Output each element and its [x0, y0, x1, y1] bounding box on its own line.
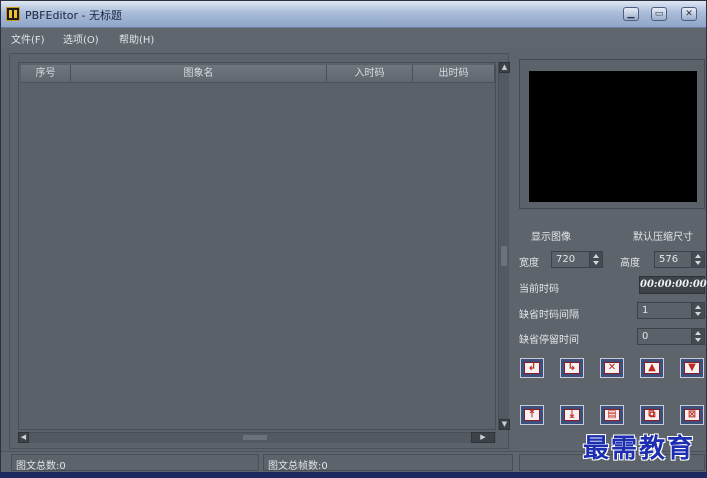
- status-panel-total: 图文总数:0: [11, 454, 259, 472]
- move-down-icon: ▼: [684, 362, 700, 374]
- status-total-count: 图文总数:0: [16, 461, 66, 472]
- display-image-label: 显示图像: [531, 232, 571, 243]
- current-timecode-label: 当前时码: [519, 284, 559, 295]
- timecode-interval-value[interactable]: 1: [642, 305, 648, 316]
- spinner-arrows-icon[interactable]: [691, 252, 704, 267]
- film-button[interactable]: ▤: [600, 405, 624, 425]
- move-down-button[interactable]: ▼: [680, 358, 704, 378]
- width-spinner[interactable]: 720: [551, 251, 603, 268]
- scroll-thumb[interactable]: [501, 246, 507, 266]
- window-title: PBFEditor - 无标题: [25, 9, 123, 22]
- scroll-up-icon[interactable]: ▲: [499, 62, 510, 73]
- spinner-arrows-icon[interactable]: [691, 303, 704, 318]
- app-logo-icon: [6, 7, 20, 21]
- title-bar[interactable]: PBFEditor - 无标题 ▁ ▭ ✕: [1, 1, 706, 28]
- timecode-interval-label: 缺省时码间隔: [519, 310, 579, 321]
- film-icon: ▤: [604, 409, 620, 421]
- minimize-button[interactable]: ▁: [623, 7, 639, 21]
- append-button[interactable]: ↳: [560, 358, 584, 378]
- menu-options[interactable]: 选项(O): [63, 31, 99, 46]
- horizontal-scrollbar[interactable]: ◀ ▶: [18, 432, 496, 443]
- scroll-left-icon[interactable]: ◀: [18, 432, 29, 443]
- current-timecode-field[interactable]: 00:00:00:00: [639, 276, 707, 294]
- app-window: PBFEditor - 无标题 ▁ ▭ ✕ 文件(F) 选项(O) 帮助(H) …: [0, 0, 707, 478]
- spinner-arrows-icon[interactable]: [691, 329, 704, 344]
- column-header-in-timecode[interactable]: 入时码: [327, 65, 413, 83]
- dwell-time-value[interactable]: 0: [642, 331, 648, 342]
- width-value[interactable]: 720: [556, 254, 575, 265]
- close-button[interactable]: ✕: [681, 7, 697, 21]
- insert-icon: ↲: [524, 362, 540, 374]
- column-header-image-name[interactable]: 图象名: [71, 65, 327, 83]
- copy-button[interactable]: ⧉: [640, 405, 664, 425]
- move-up-button[interactable]: ▲: [640, 358, 664, 378]
- copy-icon: ⧉: [644, 409, 660, 421]
- move-bottom-icon: ⤓: [564, 409, 580, 421]
- height-spinner[interactable]: 576: [654, 251, 705, 268]
- dwell-time-label: 缺省停留时间: [519, 335, 579, 346]
- move-up-icon: ▲: [644, 362, 660, 374]
- delete-button[interactable]: ✕: [600, 358, 624, 378]
- delete-icon: ✕: [604, 362, 620, 374]
- default-compress-size-label: 默认压缩尺寸: [633, 232, 693, 243]
- height-value[interactable]: 576: [659, 254, 678, 265]
- preview-screen: [529, 71, 697, 202]
- move-bottom-button[interactable]: ⤓: [560, 405, 584, 425]
- hscroll-thumb[interactable]: [243, 435, 267, 440]
- vertical-scrollbar[interactable]: ▲ ▼: [498, 62, 510, 430]
- append-icon: ↳: [564, 362, 580, 374]
- status-panel-frames: 图文总帧数:0: [263, 454, 513, 472]
- taskbar-edge: [0, 472, 707, 478]
- watermark-text: 最需教育: [583, 434, 696, 464]
- menu-bar: 文件(F) 选项(O) 帮助(H): [1, 28, 706, 48]
- column-header-index[interactable]: 序号: [21, 65, 71, 83]
- menu-help[interactable]: 帮助(H): [119, 31, 154, 46]
- width-label: 宽度: [519, 258, 539, 269]
- move-top-button[interactable]: ⤒: [520, 405, 544, 425]
- scroll-down-icon[interactable]: ▼: [499, 419, 510, 430]
- spinner-arrows-icon[interactable]: [589, 252, 602, 267]
- insert-button[interactable]: ↲: [520, 358, 544, 378]
- dwell-time-spinner[interactable]: 0: [637, 328, 705, 345]
- height-label: 高度: [620, 258, 640, 269]
- image-list[interactable]: 序号 图象名 入时码 出时码: [18, 62, 496, 430]
- column-header-out-timecode[interactable]: 出时码: [413, 65, 495, 83]
- image-list-panel: 序号 图象名 入时码 出时码 ▲ ▼ ◀ ▶: [9, 53, 510, 449]
- status-total-frames: 图文总帧数:0: [268, 461, 328, 472]
- scroll-right-icon[interactable]: ▶: [471, 432, 495, 443]
- menu-file[interactable]: 文件(F): [11, 31, 45, 46]
- preview-panel: [519, 59, 705, 209]
- timecode-interval-spinner[interactable]: 1: [637, 302, 705, 319]
- clear-all-icon: ⊠: [684, 409, 700, 421]
- clear-all-button[interactable]: ⊠: [680, 405, 704, 425]
- maximize-button[interactable]: ▭: [651, 7, 667, 21]
- move-top-icon: ⤒: [524, 409, 540, 421]
